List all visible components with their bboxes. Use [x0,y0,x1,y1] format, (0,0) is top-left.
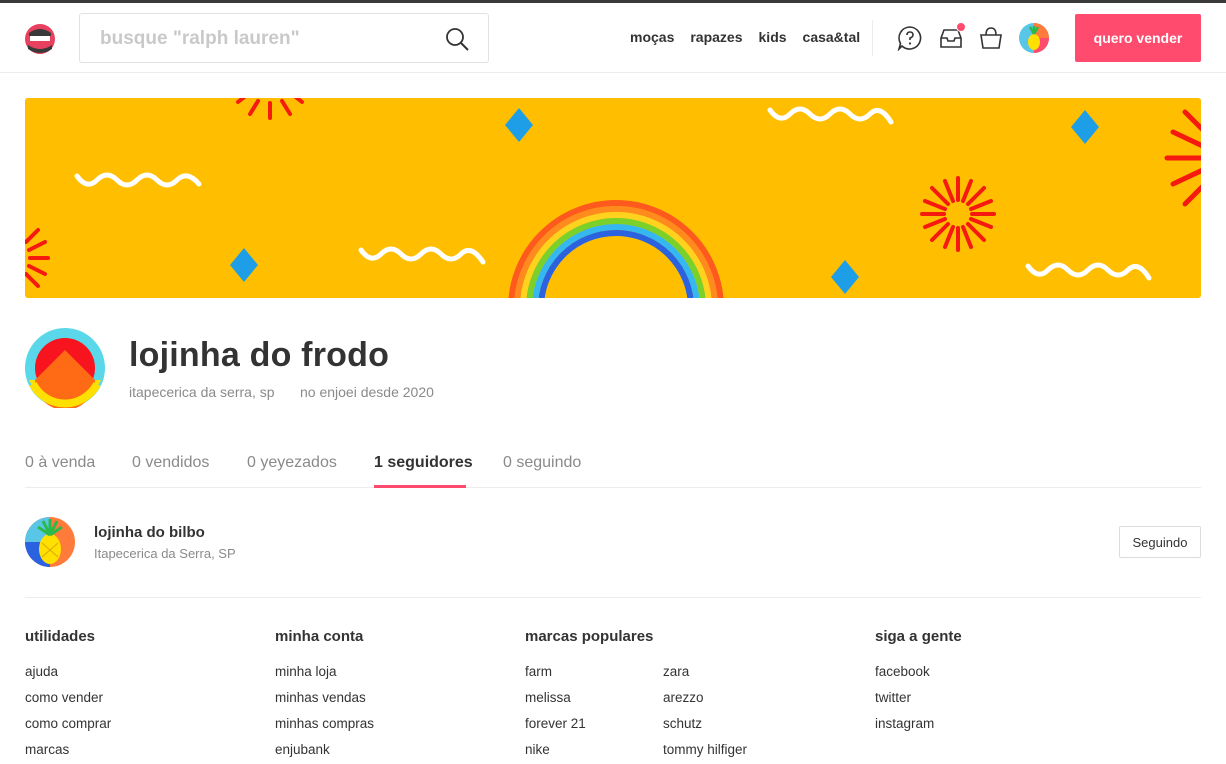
footer-link-marcas[interactable]: marcas [25,741,111,764]
footer-siga-a-gente: siga a gente facebook twitter instagram [875,628,962,741]
footer-link-minhas-compras[interactable]: minhas compras [275,715,374,741]
nav-casa-e-tal[interactable]: casa&tal [803,29,861,45]
profile-tabs: 0 à venda 0 vendidos 0 yeyezados 1 segui… [25,438,1201,488]
footer-link-como-comprar[interactable]: como comprar [25,715,111,741]
footer-minha-conta-title: minha conta [275,628,364,645]
search-icon[interactable] [444,26,470,52]
footer-marcas-title: marcas populares [525,628,654,645]
shopping-bag-icon[interactable] [978,25,1004,51]
notification-dot [956,22,966,32]
footer-brand-arezzo[interactable]: arezzo [663,689,747,715]
footer-link-ajuda[interactable]: ajuda [25,663,111,689]
user-avatar-icon[interactable] [1019,23,1049,53]
header: moças rapazes kids casa&tal quero vender [0,3,1226,73]
footer-marcas-populares: marcas populares farm melissa forever 21… [525,628,653,764]
tab-seguidores[interactable]: 1 seguidores [374,454,473,472]
footer-link-enjubank[interactable]: enjubank [275,741,374,764]
store-name: lojinha do frodo [129,336,390,374]
footer-link-twitter[interactable]: twitter [875,689,962,715]
footer-link-instagram[interactable]: instagram [875,715,962,741]
footer-link-como-vender[interactable]: como vender [25,689,111,715]
main-nav: moças rapazes kids casa&tal [630,29,876,45]
footer-siga-title: siga a gente [875,628,962,645]
follower-avatar[interactable] [25,517,75,567]
footer-link-minha-loja[interactable]: minha loja [275,663,374,689]
footer-utilidades-title: utilidades [25,628,96,645]
store-banner [25,98,1201,298]
help-icon[interactable] [897,25,923,51]
search-box[interactable] [79,13,489,63]
nav-mocas[interactable]: moças [630,29,674,45]
store-location: itapecerica da serra, sp [129,384,275,400]
follower-name[interactable]: lojinha do bilbo [94,524,205,541]
footer-brand-zara[interactable]: zara [663,663,747,689]
sell-button[interactable]: quero vender [1075,14,1201,62]
footer-link-facebook[interactable]: facebook [875,663,962,689]
footer-brand-tommy-hilfiger[interactable]: tommy hilfiger [663,741,747,764]
nav-kids[interactable]: kids [759,29,787,45]
footer-utilidades: utilidades ajuda como vender como compra… [25,628,111,764]
footer-brand-nike[interactable]: nike [525,741,653,764]
nav-rapazes[interactable]: rapazes [690,29,742,45]
active-tab-indicator [374,485,466,488]
tab-seguindo[interactable]: 0 seguindo [503,454,581,472]
tab-a-venda[interactable]: 0 à venda [25,454,95,472]
nav-divider [872,20,873,56]
footer-marcas-col2: zara arezzo schutz tommy hilfiger [663,663,747,764]
follower-row: lojinha do bilbo Itapecerica da Serra, S… [25,508,1201,598]
tab-vendidos[interactable]: 0 vendidos [132,454,209,472]
store-avatar [25,328,105,408]
following-button[interactable]: Seguindo [1119,526,1201,558]
footer-link-minhas-vendas[interactable]: minhas vendas [275,689,374,715]
footer-brand-schutz[interactable]: schutz [663,715,747,741]
enjoei-logo[interactable] [24,23,56,55]
footer-minha-conta: minha conta minha loja minhas vendas min… [275,628,374,764]
search-input[interactable] [100,26,430,52]
follower-location: Itapecerica da Serra, SP [94,546,236,561]
footer-brand-forever-21[interactable]: forever 21 [525,715,653,741]
store-member-since: no enjoei desde 2020 [300,384,434,400]
tab-yeyezados[interactable]: 0 yeyezados [247,454,337,472]
footer-brand-melissa[interactable]: melissa [525,689,653,715]
footer-brand-farm[interactable]: farm [525,663,653,689]
